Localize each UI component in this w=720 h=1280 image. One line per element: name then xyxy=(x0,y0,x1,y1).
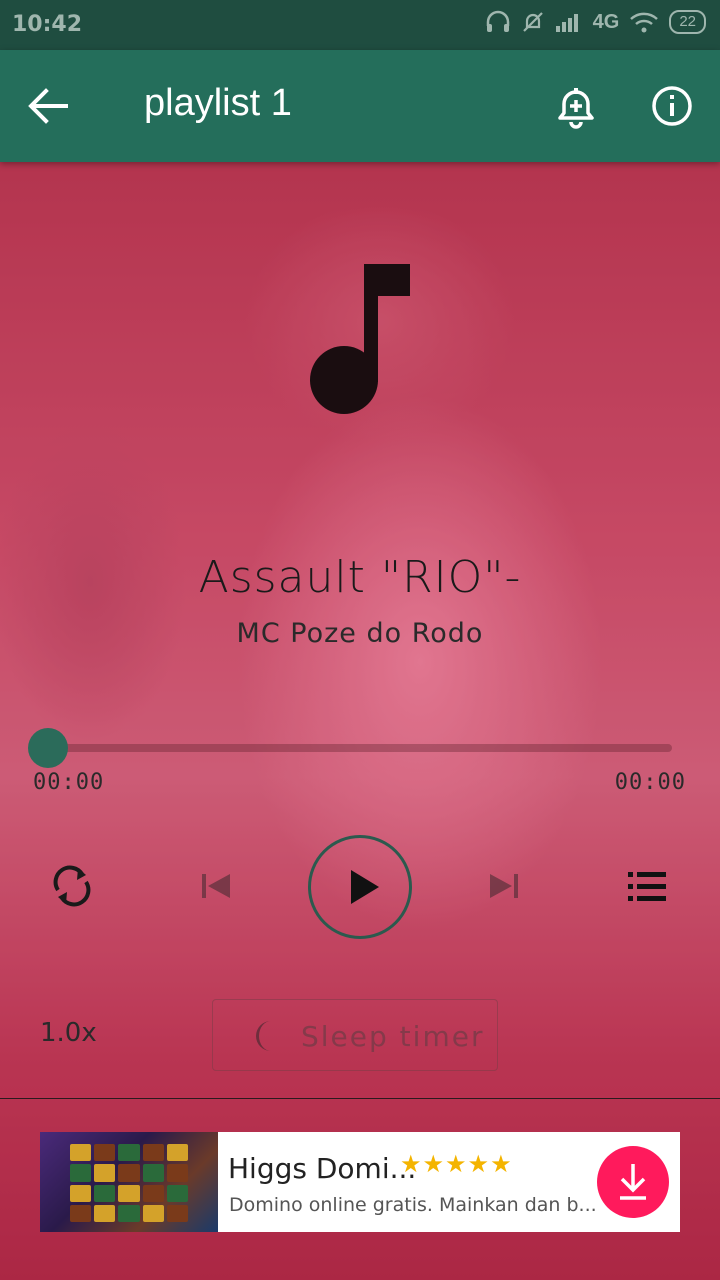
repeat-icon[interactable] xyxy=(50,864,94,908)
ad-title[interactable]: Higgs Domi... xyxy=(228,1152,416,1185)
wifi-icon xyxy=(630,12,659,33)
skip-previous-icon[interactable] xyxy=(196,866,236,906)
ad-download-button[interactable] xyxy=(597,1146,669,1218)
mute-bell-icon xyxy=(522,12,543,32)
total-time: 00:00 xyxy=(614,770,686,795)
music-note-icon xyxy=(310,264,410,414)
moon-icon xyxy=(256,1021,271,1051)
playlist-title: playlist 1 xyxy=(144,82,292,124)
ad-thumbnail xyxy=(40,1132,218,1232)
play-icon xyxy=(351,870,379,904)
track-title: Assault "RIO"- xyxy=(198,552,522,603)
queue-list-icon[interactable] xyxy=(626,868,668,906)
status-bar: 10:42 4G 22 xyxy=(0,0,720,50)
ad-rating: ★★★★★ xyxy=(400,1151,513,1178)
ad-banner[interactable]: Higgs Domi... ★★★★★ Domino online gratis… xyxy=(40,1132,680,1232)
back-arrow-icon[interactable] xyxy=(26,86,70,126)
add-alarm-bell-icon[interactable] xyxy=(550,80,602,132)
playback-speed[interactable]: 1.0x xyxy=(40,1018,97,1048)
info-icon[interactable] xyxy=(646,80,698,132)
seek-bar[interactable] xyxy=(48,744,672,752)
status-icons: 4G 22 xyxy=(485,10,706,34)
sleep-timer-label: Sleep timer xyxy=(301,1020,485,1053)
divider xyxy=(0,1098,720,1099)
seek-bar-thumb[interactable] xyxy=(28,728,68,768)
sleep-timer-button[interactable]: Sleep timer xyxy=(212,999,498,1071)
skip-next-icon[interactable] xyxy=(484,866,524,906)
battery-indicator: 22 xyxy=(669,10,706,34)
headphones-icon xyxy=(486,10,509,32)
download-icon xyxy=(620,1164,646,1200)
signal-icon xyxy=(555,14,578,32)
ad-description: Domino online gratis. Mainkan dan b... xyxy=(229,1194,597,1216)
track-artist: MC Poze do Rodo xyxy=(236,618,484,649)
status-time: 10:42 xyxy=(12,12,83,37)
current-time: 00:00 xyxy=(33,770,105,795)
network-type: 4G xyxy=(592,10,620,33)
play-button[interactable] xyxy=(308,835,412,939)
app-bar: playlist 1 xyxy=(0,50,720,162)
